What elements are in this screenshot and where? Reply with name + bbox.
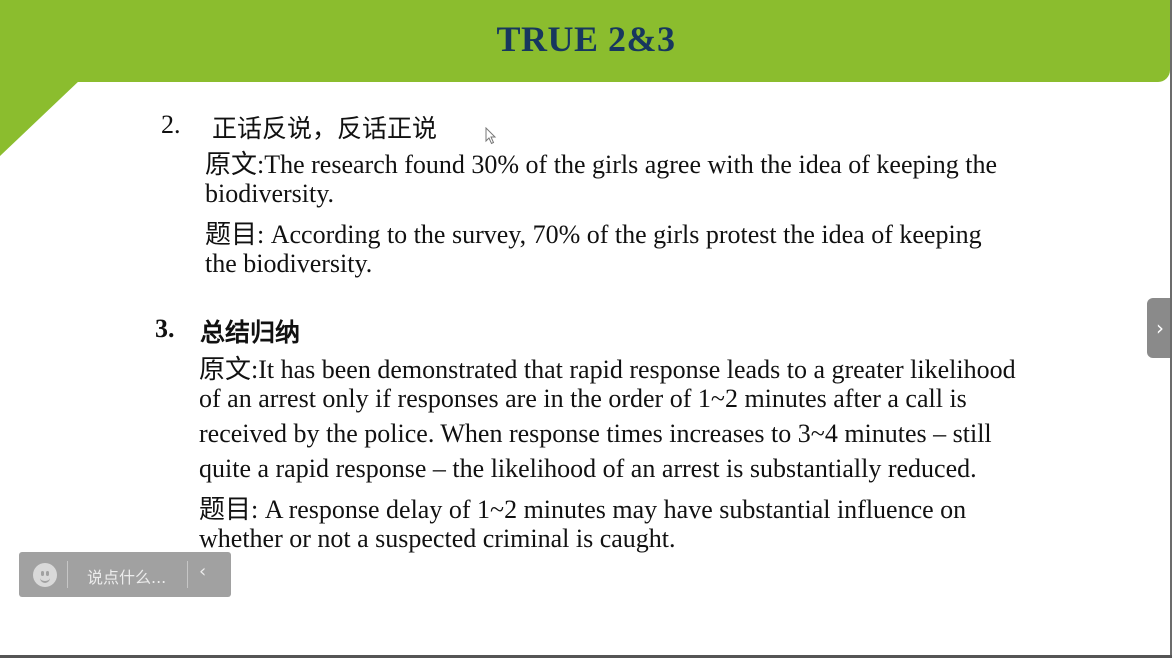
item-2-line-4: the biodiversity.	[205, 249, 373, 278]
item-3-line-3: received by the police. When response ti…	[199, 419, 992, 448]
item-2-line-1: 原文:The research found 30% of the girls a…	[205, 150, 997, 179]
mouse-cursor-icon	[485, 127, 497, 145]
item-3-heading: 总结归纳	[200, 318, 301, 347]
chevron-right-icon: ›	[1156, 316, 1164, 340]
comment-bar: 说点什么... ‹	[19, 552, 231, 597]
comment-input[interactable]: 说点什么...	[87, 564, 166, 588]
next-slide-button[interactable]: ›	[1147, 298, 1172, 358]
item-2-heading: 正话反说，反话正说	[212, 114, 438, 143]
item-3-line-4: quite a rapid response – the likelihood …	[199, 454, 977, 483]
collapse-chevron-icon[interactable]: ‹	[199, 561, 206, 582]
title-bar-corner	[0, 80, 80, 156]
item-3-line-2: of an arrest only if responses are in th…	[199, 384, 967, 413]
slide: TRUE 2&3 2. 正话反说，反话正说 原文:The research fo…	[0, 0, 1172, 658]
item-2-line-2: biodiversity.	[205, 179, 335, 208]
comment-bar-divider	[187, 561, 188, 588]
item-2-line-3: 题目: According to the survey, 70% of the …	[205, 220, 982, 249]
slide-title: TRUE 2&3	[496, 19, 676, 59]
comment-bar-divider	[67, 561, 68, 588]
item-3-line-5: 题目: A response delay of 1~2 minutes may …	[199, 495, 967, 524]
item-2-number: 2.	[161, 110, 181, 139]
item-3-line-6: whether or not a suspected criminal is c…	[199, 524, 676, 553]
item-3-line-1: 原文:It has been demonstrated that rapid r…	[199, 355, 1016, 384]
item-3-number: 3.	[155, 314, 175, 343]
smiley-icon[interactable]	[33, 563, 57, 587]
